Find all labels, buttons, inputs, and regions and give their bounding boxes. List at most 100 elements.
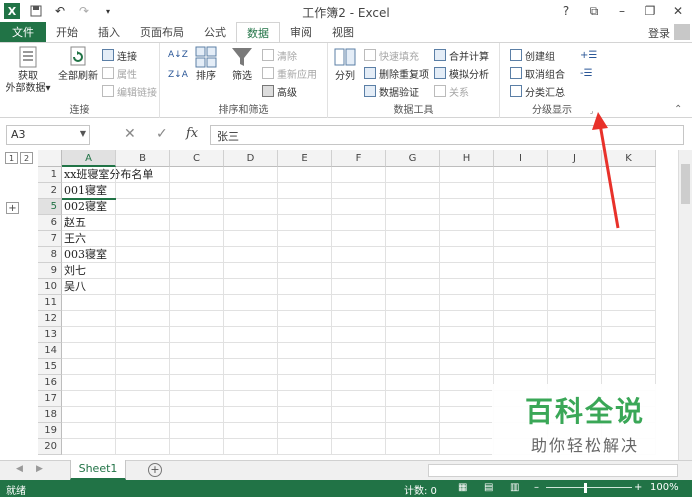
properties-button[interactable]: 属性	[102, 65, 137, 81]
expand-group-button[interactable]: +	[6, 202, 19, 214]
hide-detail-icon[interactable]: -☰	[580, 65, 593, 81]
show-detail-icon[interactable]: +☰	[580, 47, 597, 63]
cell-a6[interactable]: 赵五	[64, 215, 86, 231]
enter-icon[interactable]: ✓	[156, 126, 168, 142]
group-button[interactable]: 创建组	[510, 47, 555, 63]
normal-view-icon[interactable]: ▦	[458, 482, 467, 493]
text-to-columns-button[interactable]: 分列	[330, 45, 360, 83]
outline-level-1-button[interactable]: 1	[5, 152, 18, 164]
undo-icon[interactable]: ↶	[52, 3, 68, 19]
insert-function-icon[interactable]: fx	[186, 126, 198, 141]
relationships-button[interactable]: 关系	[434, 83, 469, 99]
cell-a9[interactable]: 刘七	[64, 263, 86, 279]
column-header-f[interactable]: F	[332, 150, 386, 167]
outline-level-2-button[interactable]: 2	[20, 152, 33, 164]
subtotal-button[interactable]: 分类汇总	[510, 83, 565, 99]
row-header-10[interactable]: 10	[38, 279, 62, 295]
column-header-c[interactable]: C	[170, 150, 224, 167]
clear-button[interactable]: 清除	[262, 47, 297, 63]
column-header-g[interactable]: G	[386, 150, 440, 167]
collapse-ribbon-icon[interactable]: ⌃	[674, 101, 682, 117]
what-if-analysis-button[interactable]: 模拟分析	[434, 65, 489, 81]
zoom-level[interactable]: 100%	[650, 482, 679, 493]
column-header-h[interactable]: H	[440, 150, 494, 167]
zoom-in-icon[interactable]: +	[634, 482, 642, 493]
vertical-scrollbar[interactable]	[678, 150, 692, 460]
sign-in-link[interactable]: 登录	[648, 25, 670, 41]
row-header-12[interactable]: 12	[38, 311, 62, 327]
cell-a7[interactable]: 王六	[64, 231, 86, 247]
cell-a5[interactable]: 002寝室	[64, 199, 107, 215]
redo-icon[interactable]: ↷	[76, 3, 92, 19]
row-header-18[interactable]: 18	[38, 407, 62, 423]
ribbon-display-button[interactable]: ⧉	[580, 0, 608, 22]
customize-quick-access-icon[interactable]: ▾	[100, 3, 116, 19]
row-header-7[interactable]: 7	[38, 231, 62, 247]
restore-button[interactable]: ❐	[636, 0, 664, 22]
column-header-j[interactable]: J	[548, 150, 602, 167]
avatar[interactable]	[674, 24, 690, 40]
prev-sheet-icon[interactable]: ◀	[16, 464, 23, 474]
tab-data[interactable]: 数据	[236, 22, 280, 42]
row-header-11[interactable]: 11	[38, 295, 62, 311]
cancel-icon[interactable]: ✕	[124, 126, 136, 142]
row-header-9[interactable]: 9	[38, 263, 62, 279]
cell-a1[interactable]: xx班寝室分布名单	[64, 167, 153, 183]
next-sheet-icon[interactable]: ▶	[36, 464, 43, 474]
row-header-14[interactable]: 14	[38, 343, 62, 359]
tab-review[interactable]: 审阅	[280, 22, 322, 42]
cell-a8[interactable]: 003寝室	[64, 247, 107, 263]
column-header-i[interactable]: I	[494, 150, 548, 167]
advanced-button[interactable]: 高级	[262, 83, 297, 99]
row-header-20[interactable]: 20	[38, 439, 62, 455]
sort-button[interactable]: 排序	[190, 45, 222, 83]
refresh-all-button[interactable]: 全部刷新	[54, 45, 102, 83]
edit-links-button[interactable]: 编辑链接	[102, 83, 157, 99]
consolidate-button[interactable]: 合并计算	[434, 47, 489, 63]
add-sheet-icon[interactable]: +	[148, 463, 162, 477]
tab-file[interactable]: 文件	[0, 22, 46, 42]
close-button[interactable]: ✕	[664, 0, 692, 22]
column-header-b[interactable]: B	[116, 150, 170, 167]
select-all-corner[interactable]	[38, 150, 62, 167]
row-header-6[interactable]: 6	[38, 215, 62, 231]
cell-a10[interactable]: 吴八	[64, 279, 86, 295]
tab-page-layout[interactable]: 页面布局	[130, 22, 194, 42]
page-break-view-icon[interactable]: ▥	[510, 482, 519, 493]
row-header-17[interactable]: 17	[38, 391, 62, 407]
cell-a2[interactable]: 001寝室	[64, 183, 107, 199]
filter-button[interactable]: 筛选	[226, 45, 258, 83]
column-header-a[interactable]: A	[62, 150, 116, 167]
minimize-button[interactable]: –	[608, 0, 636, 22]
sort-ascending-button[interactable]: A↓Z	[168, 47, 188, 63]
row-header-13[interactable]: 13	[38, 327, 62, 343]
get-external-data-button[interactable]: 获取 外部数据▾	[4, 45, 52, 95]
flash-fill-button[interactable]: 快速填充	[364, 47, 419, 63]
horizontal-scrollbar[interactable]	[428, 464, 678, 477]
data-validation-button[interactable]: 数据验证	[364, 83, 419, 99]
sheet-tab-sheet1[interactable]: Sheet1	[70, 460, 126, 480]
row-header-15[interactable]: 15	[38, 359, 62, 375]
ungroup-button[interactable]: 取消组合	[510, 65, 565, 81]
zoom-out-icon[interactable]: –	[534, 482, 539, 493]
row-header-8[interactable]: 8	[38, 247, 62, 263]
name-box[interactable]: A3 ▼	[6, 125, 90, 145]
save-icon[interactable]	[28, 3, 44, 19]
remove-duplicates-button[interactable]: 删除重复项	[364, 65, 429, 81]
row-header-1[interactable]: 1	[38, 167, 62, 183]
tab-insert[interactable]: 插入	[88, 22, 130, 42]
zoom-slider[interactable]	[546, 487, 632, 488]
row-header-19[interactable]: 19	[38, 423, 62, 439]
column-header-d[interactable]: D	[224, 150, 278, 167]
row-header-5[interactable]: 5	[38, 199, 62, 215]
help-button[interactable]: ?	[552, 0, 580, 22]
zoom-slider-thumb[interactable]	[584, 483, 587, 493]
column-header-e[interactable]: E	[278, 150, 332, 167]
formula-input[interactable]: 张三	[210, 125, 684, 145]
row-header-2[interactable]: 2	[38, 183, 62, 199]
reapply-button[interactable]: 重新应用	[262, 65, 317, 81]
tab-formulas[interactable]: 公式	[194, 22, 236, 42]
sort-descending-button[interactable]: Z↓A	[168, 67, 188, 83]
vertical-scroll-thumb[interactable]	[681, 164, 690, 204]
page-layout-view-icon[interactable]: ▤	[484, 482, 493, 493]
